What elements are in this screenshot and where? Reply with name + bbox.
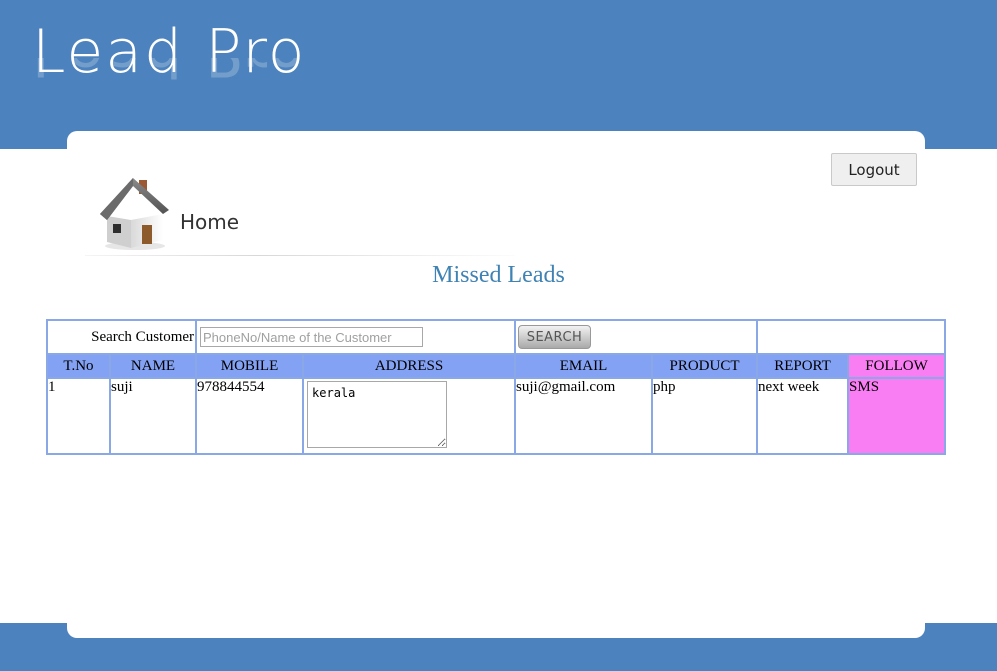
column-header-tno: T.No [47, 354, 110, 378]
column-header-address: ADDRESS [303, 354, 516, 378]
search-button[interactable]: SEARCH [518, 325, 592, 349]
house-icon[interactable] [97, 176, 171, 252]
column-header-product: PRODUCT [652, 354, 758, 378]
leads-table: Search Customer SEARCH T.No NAME MOBILE … [46, 319, 947, 455]
table-header-row: T.No NAME MOBILE ADDRESS EMAIL PRODUCT R… [47, 354, 946, 378]
page-title: Missed Leads [432, 262, 565, 288]
search-input-cell [196, 320, 516, 354]
search-input[interactable] [200, 327, 424, 347]
search-row: Search Customer SEARCH [47, 320, 946, 354]
empty-cell [757, 320, 946, 354]
cell-tno: 1 [47, 378, 110, 454]
cell-mobile: 978844554 [196, 378, 304, 454]
cell-product: php [652, 378, 758, 454]
column-header-name: NAME [110, 354, 197, 378]
cell-report: next week [757, 378, 849, 454]
cell-name: suji [110, 378, 197, 454]
column-header-report: REPORT [757, 354, 849, 378]
cell-follow: SMS [848, 378, 946, 454]
address-textarea[interactable]: kerala [307, 381, 448, 448]
app-logo-reflection: Lead Pro [32, 58, 306, 84]
home-link[interactable]: Home [180, 210, 239, 234]
cell-address: kerala [303, 378, 516, 454]
divider [85, 255, 515, 256]
table-row: 1 suji 978844554 kerala suji@gmail.com p… [47, 378, 946, 454]
search-button-cell: SEARCH [515, 320, 758, 354]
column-header-email: EMAIL [515, 354, 653, 378]
column-header-follow: FOLLOW [848, 354, 946, 378]
search-label: Search Customer [47, 320, 197, 354]
column-header-mobile: MOBILE [196, 354, 304, 378]
logout-button[interactable]: Logout [831, 153, 917, 186]
cell-email: suji@gmail.com [515, 378, 653, 454]
